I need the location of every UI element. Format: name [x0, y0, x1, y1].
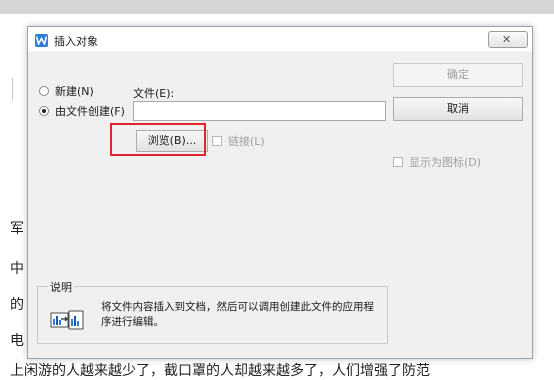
- description-title: 说明: [48, 279, 74, 295]
- radio-new-label[interactable]: 新建(N): [55, 83, 94, 99]
- embed-object-icon: [50, 306, 84, 334]
- radio-new[interactable]: [39, 86, 49, 96]
- ok-button[interactable]: 确定: [393, 63, 523, 87]
- background-text-line: 上闲游的人越来越少了，截口罩的人却越来越多了，人们增强了防范: [10, 363, 430, 379]
- wps-app-icon: [35, 34, 48, 47]
- display-as-icon-checkbox[interactable]: [393, 157, 403, 167]
- background-text-char: 军: [10, 221, 24, 237]
- background-text-char: 的: [10, 297, 24, 313]
- dialog-titlebar: 插入对象 ✕: [28, 27, 532, 51]
- close-icon: ✕: [502, 33, 512, 46]
- file-field-label: 文件(E):: [133, 87, 175, 100]
- link-checkbox[interactable]: [212, 136, 222, 146]
- background-divider: [12, 78, 13, 100]
- dialog-title: 插入对象: [54, 35, 98, 48]
- close-button[interactable]: ✕: [488, 31, 528, 48]
- display-as-icon-label: 显示为图标(D): [409, 156, 482, 169]
- background-text-char: 电: [10, 333, 24, 349]
- radio-from-file[interactable]: [39, 106, 49, 116]
- background-text-char: 中: [10, 261, 24, 277]
- link-checkbox-label: 链接(L): [228, 135, 265, 148]
- description-text: 将文件内容插入到文档，然后可以调用创建此文件的应用程序进行编辑。: [101, 301, 374, 328]
- cancel-button[interactable]: 取消: [393, 97, 523, 121]
- insert-object-dialog: 插入对象 ✕ 新建(N) 由文件创建(F) 文件(E): 浏览(B)... 链接…: [27, 26, 533, 359]
- radio-from-file-label[interactable]: 由文件创建(F): [55, 103, 125, 119]
- file-path-input[interactable]: [133, 101, 386, 121]
- background-toolbar-strip: [0, 0, 554, 14]
- browse-highlight-box: [110, 123, 206, 156]
